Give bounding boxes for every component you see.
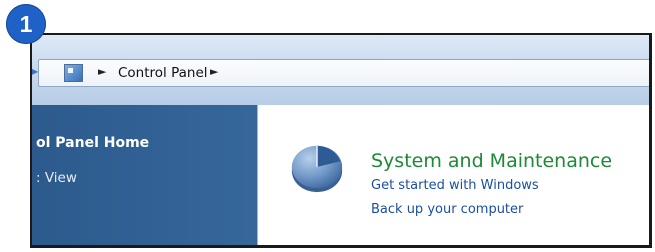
sidebar-control-panel-home[interactable]: ol Panel Home — [36, 135, 149, 151]
control-panel-icon — [64, 64, 83, 82]
link-back-up[interactable]: Back up your computer — [371, 202, 523, 217]
step-number-badge: 1 — [6, 4, 46, 44]
link-get-started[interactable]: Get started with Windows — [371, 178, 539, 193]
breadcrumb-separator-icon[interactable]: ► — [98, 65, 106, 78]
sidebar-classic-view[interactable]: : View — [36, 170, 77, 186]
control-panel-window: ➤ ► Control Panel ► ol Panel Home : View… — [30, 33, 652, 248]
sidebar: ol Panel Home : View — [32, 105, 258, 245]
category-title[interactable]: System and Maintenance — [371, 150, 612, 172]
address-bar-area: ➤ ► Control Panel ► — [32, 35, 649, 105]
system-maintenance-pie-icon — [291, 145, 343, 193]
breadcrumb-separator-icon[interactable]: ► — [210, 65, 218, 78]
main-panel: System and Maintenance Get started with … — [258, 105, 649, 245]
breadcrumb-control-panel[interactable]: Control Panel — [118, 65, 208, 81]
